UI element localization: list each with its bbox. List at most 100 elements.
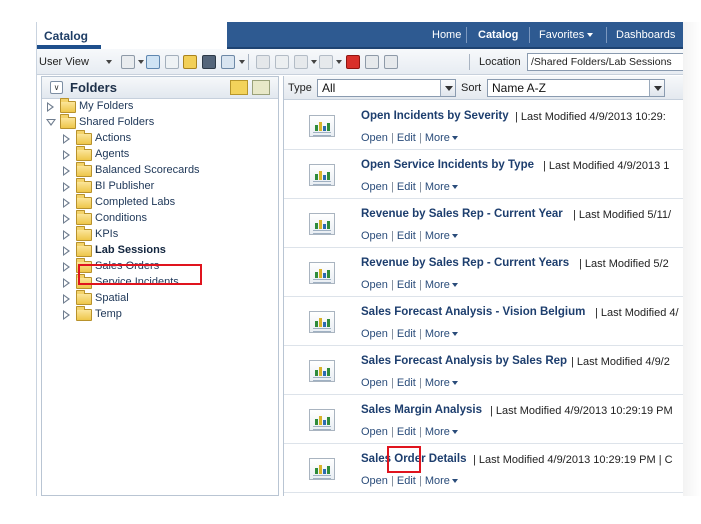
more-menu[interactable]: More [425, 377, 458, 389]
print-icon[interactable] [294, 55, 308, 69]
delete-icon[interactable] [346, 55, 360, 69]
folder-tree-icon[interactable] [252, 80, 270, 95]
export-icon[interactable] [319, 55, 333, 69]
item-title-link[interactable]: Open Service Incidents by Type [361, 159, 534, 171]
refresh-icon[interactable] [146, 55, 160, 69]
open-link[interactable]: Open [361, 279, 388, 291]
tree-toggle[interactable] [46, 117, 56, 129]
copy-icon[interactable] [365, 55, 379, 69]
analysis-icon[interactable] [309, 213, 335, 235]
analysis-icon[interactable] [309, 458, 335, 480]
tree-item[interactable]: Completed Labs [62, 194, 274, 211]
tree-toggle[interactable] [62, 277, 72, 289]
analysis-icon[interactable] [309, 311, 335, 333]
chevron-down-icon[interactable] [311, 60, 317, 64]
chevron-down-icon[interactable] [138, 60, 144, 64]
more-menu[interactable]: More [425, 426, 458, 438]
paste-icon[interactable] [384, 55, 398, 69]
tree-toggle[interactable] [62, 165, 72, 177]
new-item-icon[interactable] [121, 55, 135, 69]
collapsed-arrow-icon[interactable] [63, 134, 70, 144]
edit-link[interactable]: Edit [397, 132, 416, 144]
tree-toggle[interactable] [62, 213, 72, 225]
collapsed-arrow-icon[interactable] [63, 310, 70, 320]
item-title-link[interactable]: Open Incidents by Severity [361, 110, 509, 122]
tree-toggle[interactable] [62, 245, 72, 257]
user-view-menu[interactable]: User View [39, 56, 89, 68]
chevron-down-icon[interactable] [239, 60, 245, 64]
tree-item[interactable]: Conditions [62, 210, 274, 227]
search-icon[interactable] [202, 55, 216, 69]
edit-icon[interactable] [275, 55, 289, 69]
nav-home-link[interactable]: Home [432, 29, 461, 41]
tree-item[interactable]: Actions [62, 130, 274, 147]
tree-toggle[interactable] [62, 309, 72, 321]
item-title-link[interactable]: Revenue by Sales Rep - Current Years [361, 257, 569, 269]
analysis-icon[interactable] [309, 115, 335, 137]
expanded-arrow-icon[interactable] [46, 119, 56, 126]
analysis-icon[interactable] [309, 409, 335, 431]
tree-item[interactable]: KPIs [62, 226, 274, 243]
collapsed-arrow-icon[interactable] [63, 198, 70, 208]
tree-toggle[interactable] [62, 229, 72, 241]
type-select[interactable]: All [317, 79, 456, 97]
sort-select[interactable]: Name A-Z [487, 79, 665, 97]
edit-link[interactable]: Edit [397, 279, 416, 291]
tree-toggle[interactable] [46, 101, 56, 113]
item-title-link[interactable]: Revenue by Sales Rep - Current Year [361, 208, 563, 220]
folder-view-icon[interactable] [183, 55, 197, 69]
tree-item[interactable]: My Folders [46, 98, 274, 115]
collapsed-arrow-icon[interactable] [63, 214, 70, 224]
more-menu[interactable]: More [425, 475, 458, 487]
collapsed-arrow-icon[interactable] [63, 278, 70, 288]
collapsed-arrow-icon[interactable] [63, 246, 70, 256]
collapsed-arrow-icon[interactable] [63, 166, 70, 176]
collapsed-arrow-icon[interactable] [63, 182, 70, 192]
open-link[interactable]: Open [361, 328, 388, 340]
open-link[interactable]: Open [361, 426, 388, 438]
list-view-icon[interactable] [221, 55, 235, 69]
collapsed-arrow-icon[interactable] [63, 294, 70, 304]
edit-link[interactable]: Edit [397, 426, 416, 438]
tree-item[interactable]: Shared Folders [46, 114, 274, 131]
open-link[interactable]: Open [361, 475, 388, 487]
more-menu[interactable]: More [425, 279, 458, 291]
nav-dashboards-menu[interactable]: Dashboards [616, 29, 675, 41]
open-link[interactable]: Open [361, 181, 388, 193]
tree-toggle[interactable] [62, 149, 72, 161]
open-link[interactable]: Open [361, 377, 388, 389]
item-title-link[interactable]: Sales Forecast Analysis - Vision Belgium [361, 306, 585, 318]
collapsed-arrow-icon[interactable] [63, 150, 70, 160]
chevron-down-icon[interactable] [106, 60, 112, 64]
edit-link[interactable]: Edit [397, 181, 416, 193]
edit-link[interactable]: Edit [397, 230, 416, 242]
open-link[interactable]: Open [361, 132, 388, 144]
edit-link[interactable]: Edit [397, 475, 416, 487]
location-field[interactable]: /Shared Folders/Lab Sessions [527, 53, 683, 71]
analysis-icon[interactable] [309, 360, 335, 382]
collapsed-arrow-icon[interactable] [63, 230, 70, 240]
collapse-pane-button[interactable]: ∨ [50, 81, 63, 94]
upload-icon[interactable] [165, 55, 179, 69]
tree-item[interactable]: Temp [62, 306, 274, 323]
open-link[interactable]: Open [361, 230, 388, 242]
more-menu[interactable]: More [425, 132, 458, 144]
more-menu[interactable]: More [425, 230, 458, 242]
item-title-link[interactable]: Sales Forecast Analysis by Sales Rep [361, 355, 567, 367]
nav-catalog-link[interactable]: Catalog [478, 29, 518, 41]
tree-toggle[interactable] [62, 293, 72, 305]
collapsed-arrow-icon[interactable] [63, 262, 70, 272]
tree-item[interactable]: Agents [62, 146, 274, 163]
tree-item[interactable]: BI Publisher [62, 178, 274, 195]
chevron-down-icon[interactable] [336, 60, 342, 64]
tree-toggle[interactable] [62, 197, 72, 209]
analysis-icon[interactable] [309, 262, 335, 284]
item-title-link[interactable]: Sales Margin Analysis [361, 404, 482, 416]
tree-toggle[interactable] [62, 181, 72, 193]
more-menu[interactable]: More [425, 328, 458, 340]
properties-icon[interactable] [256, 55, 270, 69]
edit-link[interactable]: Edit [397, 377, 416, 389]
collapsed-arrow-icon[interactable] [47, 102, 54, 112]
edit-link[interactable]: Edit [397, 328, 416, 340]
tree-item[interactable]: Spatial [62, 290, 274, 307]
